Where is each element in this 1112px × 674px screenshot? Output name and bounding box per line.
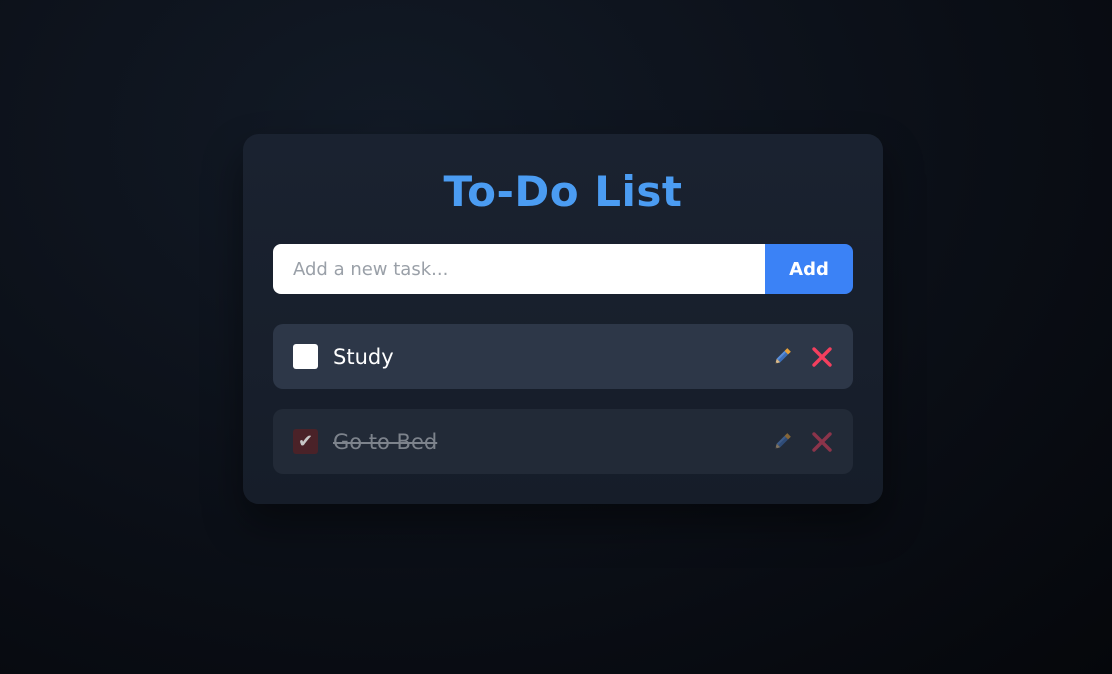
task-text: Go to Bed <box>333 429 438 454</box>
new-task-form: Add <box>273 244 853 294</box>
task-item: Study <box>273 324 853 389</box>
checkmark-icon: ✔ <box>297 430 314 452</box>
close-icon[interactable] <box>811 346 833 368</box>
task-checkbox[interactable] <box>293 344 318 369</box>
task-item: ✔ Go to Bed <box>273 409 853 474</box>
page-title: To-Do List <box>443 167 683 216</box>
add-button[interactable]: Add <box>765 244 853 294</box>
task-text: Study <box>333 344 394 369</box>
todo-card: To-Do List Add Study <box>243 134 883 504</box>
task-list: Study ✔ Go to Bed <box>273 324 853 474</box>
pencil-icon[interactable] <box>771 431 793 453</box>
pencil-icon[interactable] <box>771 346 793 368</box>
task-checkbox[interactable]: ✔ <box>293 429 318 454</box>
close-icon[interactable] <box>811 431 833 453</box>
new-task-input[interactable] <box>273 244 765 294</box>
